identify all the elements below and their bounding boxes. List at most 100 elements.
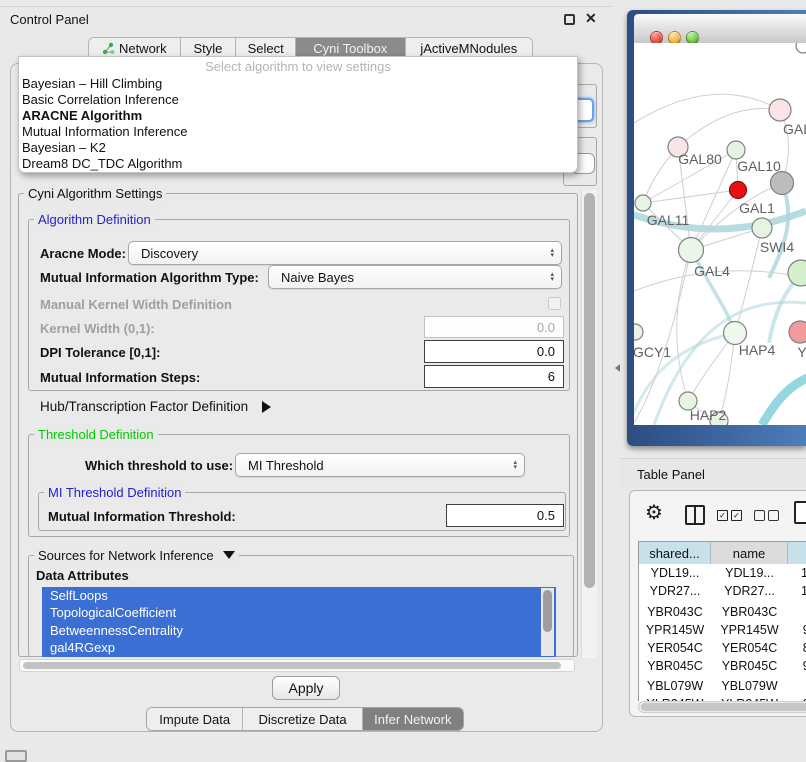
manual-kernel-checkbox[interactable] <box>548 297 561 310</box>
dropdown-item[interactable]: Dream8 DC_TDC Algorithm <box>19 156 577 172</box>
node[interactable] <box>635 195 651 211</box>
list-item[interactable]: TopologicalCoefficient <box>42 604 556 621</box>
expanded-arrow-icon <box>223 551 235 559</box>
node[interactable] <box>789 321 806 343</box>
table-row[interactable]: YPR145WYPR145W9. <box>639 621 806 639</box>
scrollbar-thumb[interactable] <box>584 193 595 588</box>
apply-button[interactable]: Apply <box>272 676 340 700</box>
dpi-tolerance-label: DPI Tolerance [0,1]: <box>40 345 160 360</box>
node-label: GAL11 <box>647 212 690 228</box>
data-attributes-list[interactable]: SelfLoops TopologicalCoefficient Between… <box>42 587 556 657</box>
dropdown-item[interactable]: Mutual Information Inference <box>19 124 577 140</box>
cell: YPR145W <box>711 622 788 638</box>
network-canvas[interactable]: GAL GAL80 GAL10 GAL1 SWI4 GAL11 GAL4 GCY… <box>634 43 806 425</box>
column-header-shared-name[interactable]: shared... <box>639 542 711 564</box>
list-vertical-scrollbar[interactable] <box>541 588 554 656</box>
manual-kernel-label: Manual Kernel Width Definition <box>40 297 232 312</box>
network-view-window[interactable]: GAL GAL80 GAL10 GAL1 SWI4 GAL11 GAL4 GCY… <box>627 10 806 446</box>
edge <box>762 377 806 425</box>
cell: YBR043C <box>711 604 788 620</box>
gear-icon[interactable]: ⚙ <box>645 503 663 523</box>
scrollbar-thumb[interactable] <box>543 590 552 632</box>
node[interactable] <box>769 99 791 121</box>
dropdown-item-selected[interactable]: ARACNE Algorithm <box>19 108 577 124</box>
table-row[interactable]: YBR043CYBR043C <box>639 600 806 621</box>
algorithm-definition-title: Algorithm Definition <box>34 212 155 227</box>
scrollbar-thumb[interactable] <box>23 662 561 669</box>
tab-label: Select <box>248 41 284 56</box>
node[interactable] <box>796 43 806 53</box>
node[interactable] <box>752 218 772 238</box>
node[interactable] <box>727 141 745 159</box>
apply-label: Apply <box>288 680 323 696</box>
combo-value: MI Threshold <box>248 458 324 473</box>
cell: YBL079W <box>711 679 788 695</box>
list-item[interactable]: BetweennessCentrality <box>42 622 556 639</box>
deselect-all-columns-icon[interactable] <box>754 510 779 521</box>
split-columns-icon[interactable] <box>685 505 705 525</box>
node[interactable] <box>788 260 806 286</box>
node[interactable] <box>679 238 704 263</box>
dpi-tolerance-input[interactable]: 0.0 <box>424 340 564 363</box>
mi-threshold-title: MI Threshold Definition <box>44 485 185 500</box>
tab-impute-data[interactable]: Impute Data <box>147 708 243 730</box>
node-label: GCY1 <box>634 344 671 360</box>
kernel-width-input[interactable]: 0.0 <box>424 316 564 338</box>
field-value: 6 <box>548 369 555 384</box>
node[interactable] <box>634 324 643 340</box>
table-panel-title: Table Panel <box>637 467 705 482</box>
close-icon[interactable]: ✕ <box>585 10 597 27</box>
node-selected[interactable] <box>730 182 747 199</box>
node-table[interactable]: shared... name YDL19...YDL19...13 YDR27.… <box>638 541 806 701</box>
table-panel-card: ⚙ ✓ ✓ shared... name YDL19...YDL19...13 … <box>629 490 806 717</box>
tab-discretize-data[interactable]: Discretize Data <box>243 708 362 730</box>
settings-vertical-scrollbar[interactable] <box>581 190 597 658</box>
sources-group-title[interactable]: Sources for Network Inference <box>34 548 239 563</box>
column-header-cut[interactable] <box>788 542 806 564</box>
cell: YDR27... <box>711 583 788 599</box>
new-table-icon[interactable] <box>794 501 806 524</box>
column-header-name[interactable]: name <box>711 542 788 564</box>
table-row[interactable]: YBR045CYBR045C9. <box>639 657 806 675</box>
mi-threshold-label: Mutual Information Threshold: <box>48 509 236 524</box>
tab-infer-network[interactable]: Infer Network <box>363 708 463 730</box>
dropdown-item[interactable]: Bayesian – K2 <box>19 140 577 156</box>
tab-label: Network <box>119 41 167 56</box>
cell: YPR145W <box>639 622 711 638</box>
settings-horizontal-scrollbar[interactable] <box>19 659 575 672</box>
sources-title-text: Sources for Network Inference <box>38 548 214 563</box>
aracne-mode-select[interactable]: Discovery ▴▾ <box>128 241 562 265</box>
divider-collapse-handle[interactable] <box>615 364 620 372</box>
list-item[interactable]: SelfLoops <box>42 587 556 604</box>
dropdown-item[interactable]: Bayesian – Hill Climbing <box>19 76 577 92</box>
network-window-titlebar[interactable] <box>634 14 806 43</box>
mi-steps-input[interactable]: 6 <box>424 365 564 388</box>
table-row[interactable]: YBL079WYBL079W <box>639 675 806 696</box>
tab-label: Style <box>194 41 223 56</box>
cell: YBR045C <box>639 658 711 674</box>
stepper-arrows-icon: ▴▾ <box>550 248 554 258</box>
cell: YBR043C <box>639 604 711 620</box>
tab-label: jActiveMNodules <box>420 41 517 56</box>
node[interactable] <box>771 172 794 195</box>
which-threshold-select[interactable]: MI Threshold ▴▾ <box>235 453 525 477</box>
field-value: 0.5 <box>537 508 555 523</box>
scrollbar-thumb[interactable] <box>641 703 806 711</box>
minimized-panel-icon[interactable] <box>5 750 27 762</box>
nodes[interactable] <box>634 43 806 425</box>
table-row[interactable]: YDL19...YDL19...13 <box>639 564 806 582</box>
tab-label: Cyni Toolbox <box>313 41 387 56</box>
mi-threshold-input[interactable]: 0.5 <box>446 504 564 527</box>
float-icon[interactable] <box>564 14 575 25</box>
combo-value: Discovery <box>141 246 198 261</box>
table-row[interactable]: YER054CYER054C8. <box>639 639 806 657</box>
table-rows: YDL19...YDL19...13 YDR27...YDR27...12 YB… <box>639 564 806 701</box>
table-row[interactable]: YDR27...YDR27...12 <box>639 582 806 600</box>
dropdown-prompt: Select algorithm to view settings <box>19 57 577 76</box>
list-item[interactable]: gal4RGexp <box>42 639 556 656</box>
select-all-columns-icon[interactable]: ✓ ✓ <box>717 510 742 521</box>
hub-section-toggle[interactable]: Hub/Transcription Factor Definition <box>40 399 271 414</box>
table-horizontal-scrollbar[interactable] <box>638 701 806 713</box>
mi-algorithm-type-select[interactable]: Naive Bayes ▴▾ <box>268 265 562 289</box>
dropdown-item[interactable]: Basic Correlation Inference <box>19 92 577 108</box>
